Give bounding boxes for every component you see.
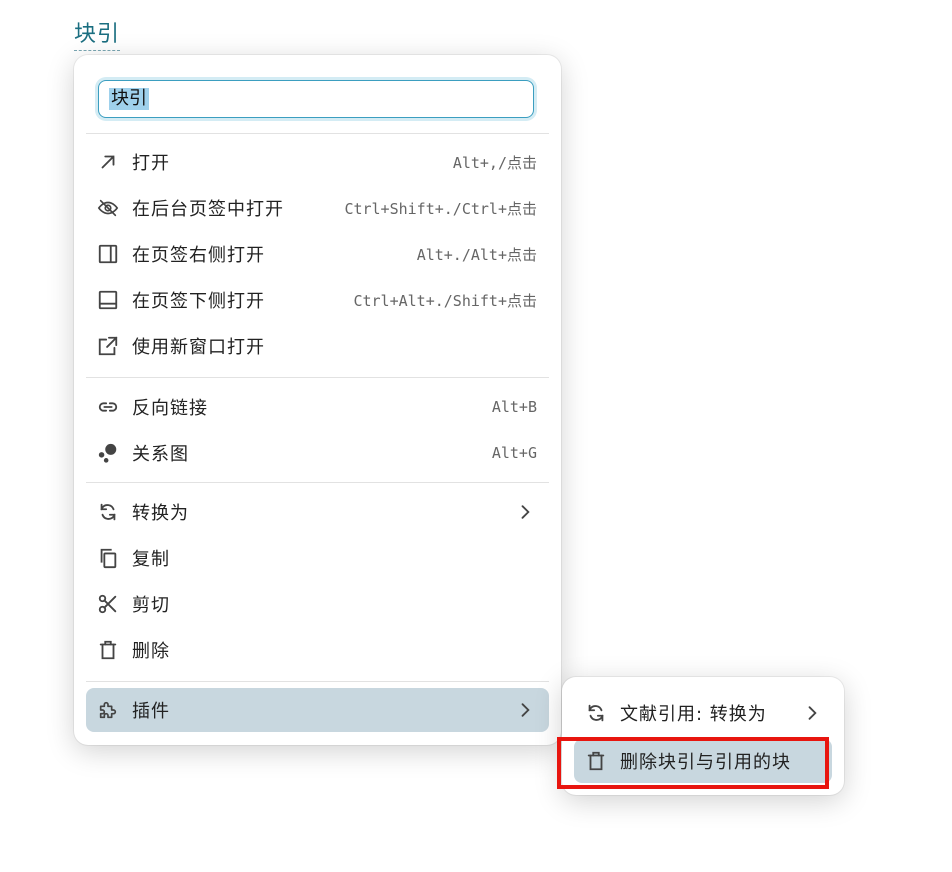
puzzle-icon xyxy=(96,698,120,722)
rename-input-field[interactable] xyxy=(99,81,533,117)
menu-item-label: 使用新窗口打开 xyxy=(132,337,265,358)
menu-item-delete[interactable]: 删除 xyxy=(86,628,549,672)
menu-item-label: 在页签右侧打开 xyxy=(132,245,265,266)
menu-item-shortcut: Ctrl+Alt+./Shift+点击 xyxy=(353,291,537,310)
menu-separator xyxy=(86,377,549,378)
eye-off-icon xyxy=(96,196,120,220)
menu-item-convert-to[interactable]: 转换为 xyxy=(86,490,549,534)
trash-icon xyxy=(96,638,120,662)
copy-icon xyxy=(96,546,120,570)
menu-item-cut[interactable]: 剪切 xyxy=(86,582,549,626)
menu-item-label: 复制 xyxy=(132,549,170,570)
menu-item-open-right[interactable]: 在页签右侧打开 Alt+./Alt+点击 xyxy=(86,232,549,276)
menu-item-open[interactable]: 打开 Alt+,/点击 xyxy=(86,140,549,184)
refresh-icon xyxy=(96,500,120,524)
menu-separator xyxy=(86,681,549,682)
menu-item-label: 转换为 xyxy=(132,503,189,524)
rename-input[interactable]: 块引 xyxy=(98,80,534,118)
menu-item-open-new-window[interactable]: 使用新窗口打开 xyxy=(86,324,549,368)
chevron-right-icon xyxy=(808,706,817,720)
submenu-item-delete-ref-and-block[interactable]: 删除块引与引用的块 xyxy=(574,739,832,783)
menu-item-shortcut: Alt+./Alt+点击 xyxy=(416,245,537,264)
graph-icon xyxy=(96,441,120,465)
menu-item-label: 打开 xyxy=(132,153,170,174)
arrow-up-right-icon xyxy=(96,150,120,174)
refresh-icon xyxy=(584,701,608,725)
menu-item-label: 插件 xyxy=(132,701,170,722)
scissors-icon xyxy=(96,592,120,616)
chevron-right-icon xyxy=(521,505,530,519)
menu-separator xyxy=(86,133,549,134)
submenu-item-label: 文献引用: 转换为 xyxy=(620,704,767,725)
menu-item-shortcut: Ctrl+Shift+./Ctrl+点击 xyxy=(344,199,537,218)
layout-right-icon xyxy=(96,242,120,266)
menu-item-shortcut: Alt+G xyxy=(491,444,537,462)
menu-item-plugins[interactable]: 插件 xyxy=(86,688,549,732)
menu-item-label: 删除 xyxy=(132,641,170,662)
submenu-item-label: 删除块引与引用的块 xyxy=(620,752,791,773)
chevron-right-icon xyxy=(521,703,530,717)
menu-item-label: 关系图 xyxy=(132,444,189,465)
menu-item-graph[interactable]: 关系图 Alt+G xyxy=(86,431,549,475)
plugins-submenu: 文献引用: 转换为 删除块引与引用的块 xyxy=(562,677,844,795)
menu-item-open-bottom[interactable]: 在页签下侧打开 Ctrl+Alt+./Shift+点击 xyxy=(86,278,549,322)
layout-bottom-icon xyxy=(96,288,120,312)
menu-item-label: 在页签下侧打开 xyxy=(132,291,265,312)
menu-separator xyxy=(86,482,549,483)
context-menu: 块引 打开 Alt+,/点击 在后台页签中打开 Ctrl+Shift+./Ctr… xyxy=(74,55,561,745)
menu-item-label: 反向链接 xyxy=(132,398,208,419)
menu-item-open-background-tab[interactable]: 在后台页签中打开 Ctrl+Shift+./Ctrl+点击 xyxy=(86,186,549,230)
input-selection: 块引 xyxy=(109,88,149,110)
menu-item-label: 在后台页签中打开 xyxy=(132,199,284,220)
menu-item-backlinks[interactable]: 反向链接 Alt+B xyxy=(86,385,549,429)
block-ref-text[interactable]: 块引 xyxy=(74,20,121,51)
trash-icon xyxy=(584,749,608,773)
menu-item-copy[interactable]: 复制 xyxy=(86,536,549,580)
open-window-icon xyxy=(96,334,120,358)
menu-item-label: 剪切 xyxy=(132,595,170,616)
submenu-item-citation-convert[interactable]: 文献引用: 转换为 xyxy=(574,691,832,735)
link-icon xyxy=(96,395,120,419)
menu-item-shortcut: Alt+,/点击 xyxy=(452,153,537,172)
menu-item-shortcut: Alt+B xyxy=(491,398,537,416)
